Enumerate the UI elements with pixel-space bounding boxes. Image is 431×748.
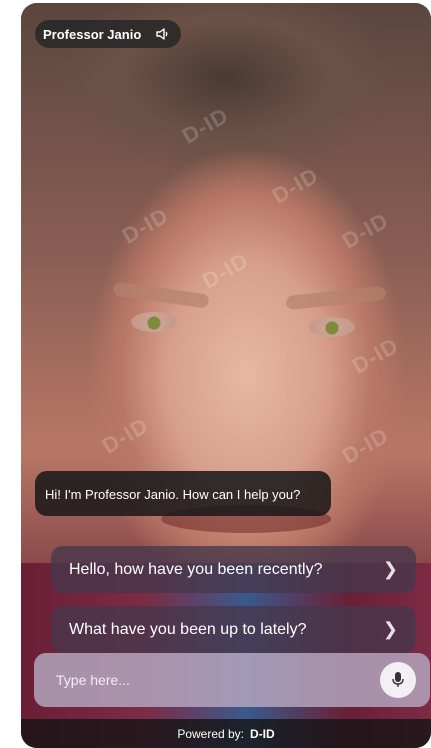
message-input-bar bbox=[34, 653, 430, 707]
suggestion-label: Hello, how have you been recently? bbox=[69, 560, 323, 578]
suggestion-button-2[interactable]: What have you been up to lately? ❯ bbox=[51, 606, 416, 653]
suggestion-button-1[interactable]: Hello, how have you been recently? ❯ bbox=[51, 546, 416, 593]
avatar-video-frame: D-ID D-ID D-ID D-ID D-ID D-ID D-ID D-ID … bbox=[21, 3, 431, 748]
chevron-right-icon: ❯ bbox=[382, 559, 398, 579]
chevron-right-icon: ❯ bbox=[382, 619, 398, 639]
microphone-button[interactable] bbox=[380, 662, 416, 698]
powered-by-footer: Powered by: D-ID bbox=[21, 719, 431, 748]
powered-by-text: Powered by: bbox=[177, 726, 245, 741]
microphone-icon bbox=[392, 672, 404, 687]
speaker-icon[interactable] bbox=[155, 26, 171, 42]
avatar-name-badge: Professor Janio bbox=[35, 20, 182, 48]
assistant-message-bubble: Hi! I'm Professor Janio. How can I help … bbox=[35, 471, 331, 516]
avatar-name: Professor Janio bbox=[43, 26, 142, 42]
message-input[interactable] bbox=[54, 671, 358, 689]
suggestion-label: What have you been up to lately? bbox=[69, 620, 307, 638]
assistant-message-text: Hi! I'm Professor Janio. How can I help … bbox=[45, 487, 301, 502]
did-logo[interactable]: D-ID bbox=[250, 727, 275, 741]
